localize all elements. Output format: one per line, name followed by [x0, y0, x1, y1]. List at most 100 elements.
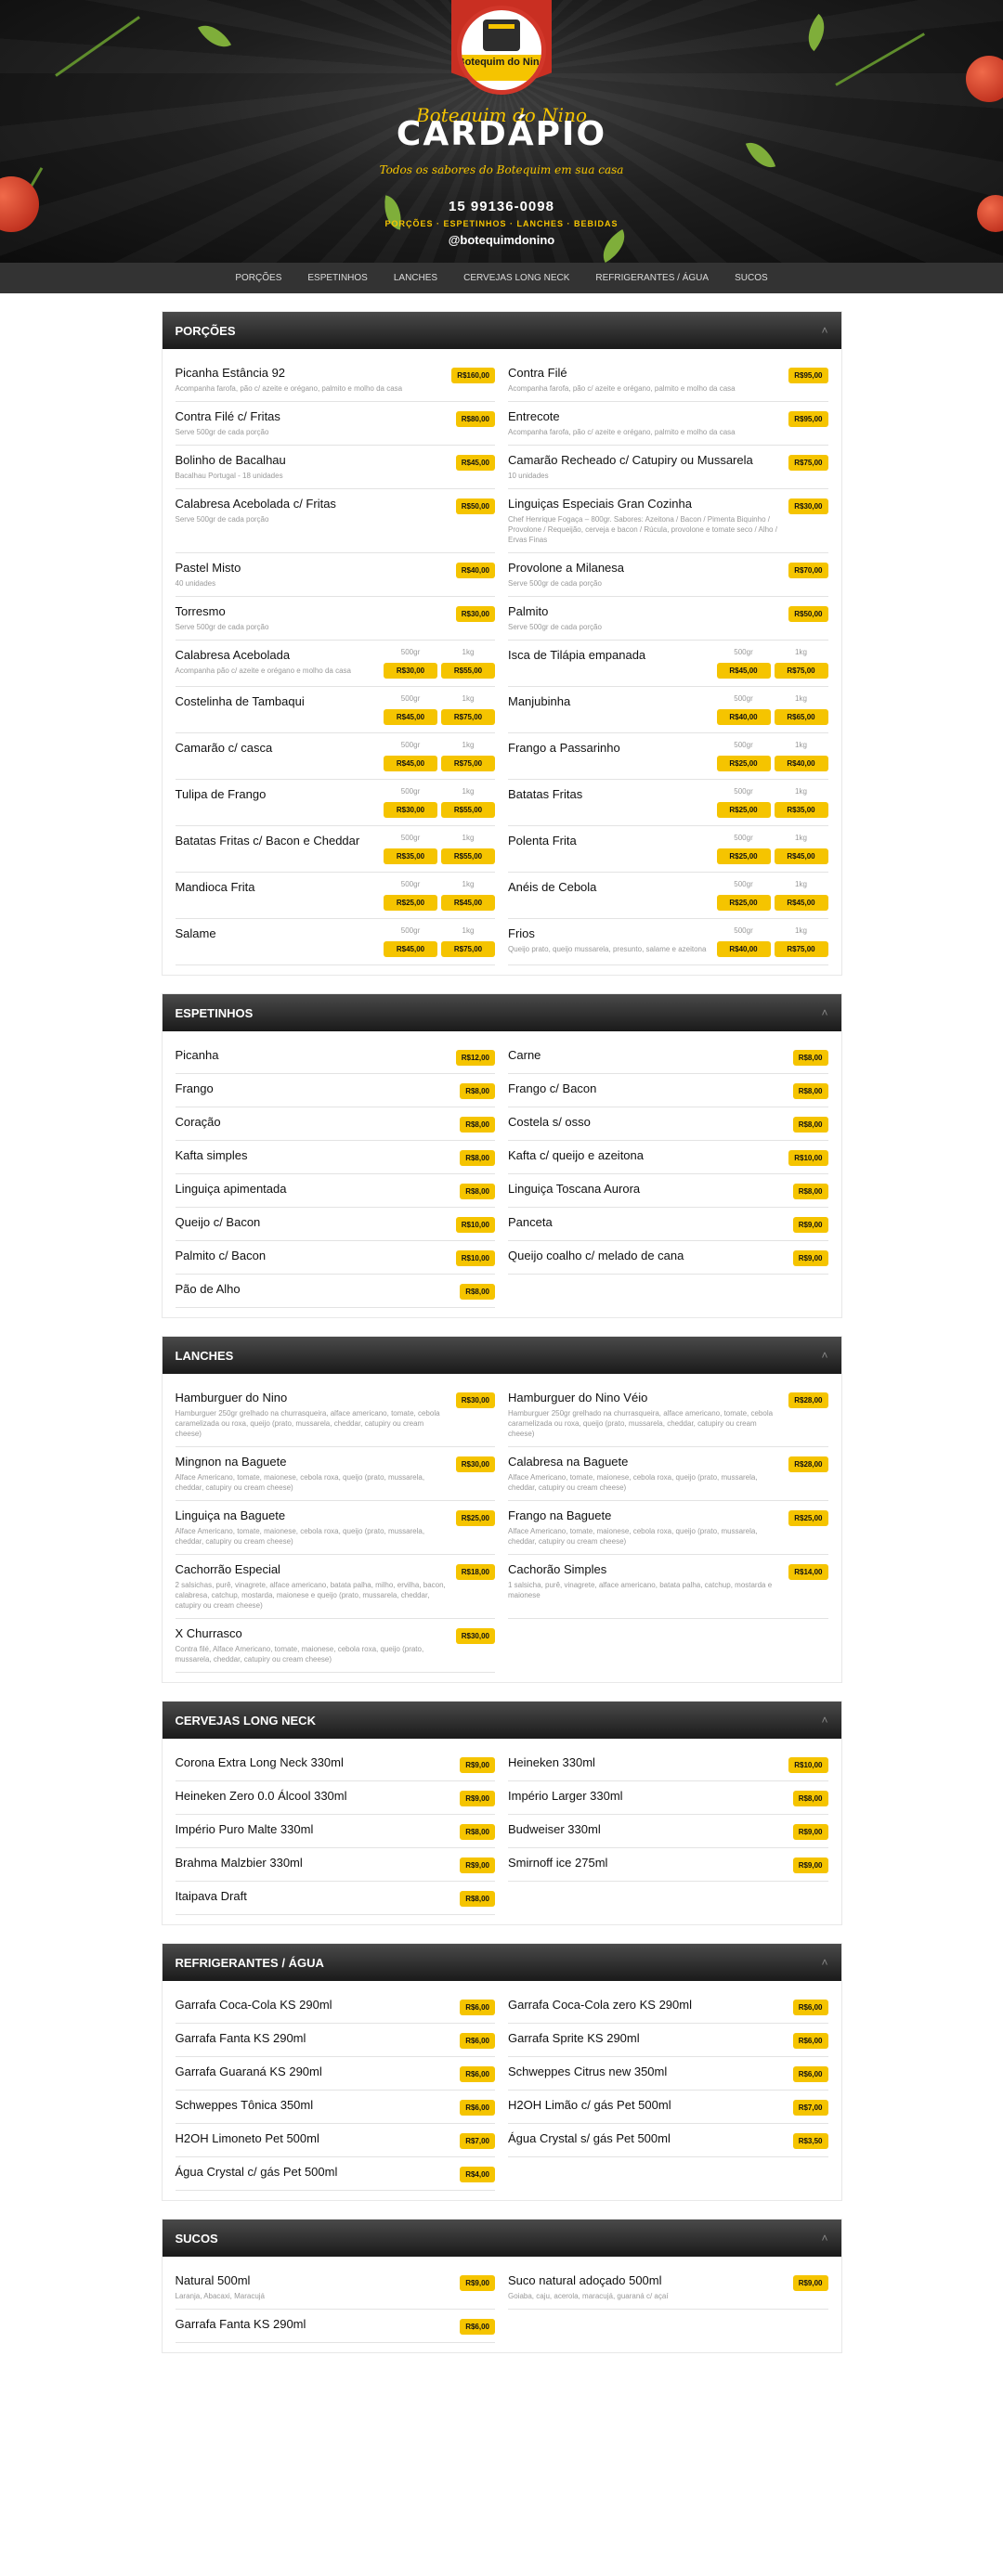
menu-item-text: Costelinha de Tambaqui	[176, 694, 384, 709]
menu-item-text: Provolone a Milanesa Serve 500gr de cada …	[508, 561, 788, 589]
menu-item-text: Pastel Misto 40 unidades	[176, 561, 456, 589]
menu-item-text: Queijo c/ Bacon	[176, 1215, 456, 1230]
menu-item-description: Serve 500gr de cada porção	[175, 428, 269, 436]
menu-item: Calabresa na Baguete Alface Americano, to…	[508, 1447, 828, 1501]
nav-link-espetinhos[interactable]: ESPETINHOS	[307, 273, 367, 283]
menu-item-text: Queijo coalho c/ melado de cana	[508, 1249, 793, 1263]
chevron-up-icon[interactable]: ˄	[821, 324, 827, 337]
menu-item-text: X Churrasco Contra filé, Alface Americano…	[176, 1626, 456, 1664]
menu-item-name: Garrafa Sprite KS 290ml	[508, 2031, 640, 2045]
categories-line: PORÇÕES · ESPETINHOS · LANCHES · BEBIDAS	[384, 219, 619, 228]
price-badge: R$45,00	[774, 895, 828, 911]
size-price-grid: 500gr 1kg R$45,00 R$75,00	[716, 648, 828, 679]
size-label: 1kg	[795, 787, 807, 796]
price-badge: R$9,00	[792, 2275, 828, 2291]
size-label: 1kg	[462, 926, 475, 935]
size-label: 500gr	[734, 648, 753, 656]
section-header[interactable]: SUCOS ˄	[162, 2220, 841, 2257]
nav-link-cervejas[interactable]: CERVEJAS LONG NECK	[463, 273, 569, 283]
menu-item: Provolone a Milanesa Serve 500gr de cada …	[508, 553, 828, 597]
section-header[interactable]: PORÇÕES ˄	[162, 312, 841, 349]
size-price-grid: 500gr 1kg R$45,00 R$75,00	[384, 694, 495, 725]
price-badge: R$95,00	[788, 368, 828, 383]
menu-item: Frios Queijo prato, queijo mussarela, pre…	[508, 919, 828, 965]
menu-item-name: X Churrasco	[175, 1626, 242, 1640]
nav-link-refrigerantes[interactable]: REFRIGERANTES / ÁGUA	[595, 273, 709, 283]
price-badge: R$6,00	[460, 2033, 495, 2049]
menu-item: Salame 500gr 1kg R$45,00 R$75,00	[175, 919, 495, 965]
menu-item: H2OH Limoneto Pet 500ml R$7,00	[175, 2124, 495, 2157]
menu-item-text: Garrafa Sprite KS 290ml	[508, 2031, 793, 2046]
menu-item: Natural 500ml Laranja, Abacaxi, Maracujá R…	[175, 2266, 495, 2310]
menu-item: Itaipava Draft R$8,00	[175, 1882, 495, 1915]
section-header[interactable]: LANCHES ˄	[162, 1337, 841, 1374]
menu-item-text: Cachorrão Especial 2 salsichas, purê, vin…	[176, 1562, 456, 1611]
hero-header: Botequim do Nino Botequim do Nino CARDÁP…	[0, 0, 1003, 263]
price-badge: R$8,00	[460, 1184, 495, 1199]
menu-item: Cachorrão Especial 2 salsichas, purê, vin…	[175, 1555, 495, 1619]
price-badge: R$30,00	[455, 606, 495, 622]
nav-link-lanches[interactable]: LANCHES	[394, 273, 437, 283]
price-badge: R$8,00	[460, 1284, 495, 1300]
menu-item-name: Hamburguer do Nino Véio	[508, 1391, 648, 1405]
size-price-grid: 500gr 1kg R$30,00 R$55,00	[384, 648, 495, 679]
menu-item: X Churrasco Contra filé, Alface Americano…	[175, 1619, 495, 1673]
price-badge: R$25,00	[716, 895, 771, 911]
menu-item-text: Corona Extra Long Neck 330ml	[176, 1755, 461, 1770]
size-price-grid: 500gr 1kg R$40,00 R$75,00	[716, 926, 828, 957]
chevron-up-icon[interactable]: ˄	[821, 1714, 827, 1727]
price-badge: R$10,00	[788, 1150, 828, 1166]
size-price-grid: 500gr 1kg R$25,00 R$40,00	[716, 741, 828, 771]
section-header[interactable]: REFRIGERANTES / ÁGUA ˄	[162, 1944, 841, 1981]
price-badge: R$25,00	[716, 756, 771, 771]
nav-link-porcoes[interactable]: PORÇÕES	[235, 273, 281, 283]
menu-item-name: Calabresa Acebolada	[175, 648, 291, 662]
price-badge: R$6,00	[792, 2000, 828, 2015]
section-title: PORÇÕES	[175, 323, 236, 338]
menu-item-text: Kafta simples	[176, 1148, 461, 1163]
menu-item-text: Schweppes Citrus new 350ml	[508, 2065, 793, 2079]
menu-item-name: Garrafa Coca-Cola KS 290ml	[175, 1998, 332, 2012]
menu-item-description: Hamburguer 250gr grelhado na churrasquei…	[175, 1409, 440, 1438]
price-badge: R$50,00	[455, 498, 495, 514]
menu-item: Isca de Tilápia empanada 500gr 1kg R$45,00 R…	[508, 641, 828, 687]
chevron-up-icon[interactable]: ˄	[821, 1956, 827, 1969]
menu-item-text: Manjubinha	[508, 694, 717, 709]
nav-link-sucos[interactable]: SUCOS	[735, 273, 768, 283]
section-items: Garrafa Coca-Cola KS 290ml R$6,00 Garrafa …	[163, 1981, 841, 2200]
menu-item-text: Heineken Zero 0.0 Álcool 330ml	[176, 1789, 461, 1804]
menu-item-name: Camarão Recheado c/ Catupiry ou Mussarel…	[508, 453, 753, 467]
chevron-up-icon[interactable]: ˄	[821, 1349, 827, 1362]
price-badge: R$30,00	[455, 1392, 495, 1408]
menu-item-name: Costelinha de Tambaqui	[175, 694, 305, 708]
menu-item: Palmito c/ Bacon R$10,00	[175, 1241, 495, 1275]
menu-item-name: Batatas Fritas c/ Bacon e Cheddar	[175, 834, 360, 848]
chevron-up-icon[interactable]: ˄	[821, 1006, 827, 1019]
menu-item-name: Água Crystal s/ gás Pet 500ml	[508, 2131, 671, 2145]
price-badge: R$14,00	[788, 1564, 828, 1580]
menu-item: Smirnoff ice 275ml R$9,00	[508, 1848, 828, 1882]
tagline: Todos os sabores do Botequim em sua casa	[379, 163, 624, 176]
menu-section: CERVEJAS LONG NECK ˄ Corona Extra Long Nec…	[161, 1701, 842, 1925]
menu-item-text: Garrafa Fanta KS 290ml	[176, 2031, 461, 2046]
menu-item: Polenta Frita 500gr 1kg R$25,00 R$45,00	[508, 826, 828, 873]
menu-item-name: Costela s/ osso	[508, 1115, 591, 1129]
size-label: 1kg	[462, 880, 475, 888]
menu-item-description: Goiaba, caju, acerola, maracujá, guaraná…	[508, 2292, 669, 2300]
menu-item-name: Frango a Passarinho	[508, 741, 620, 755]
menu-item-text: Linguiça na Baguete Alface Americano, tom…	[176, 1508, 456, 1547]
menu-item-name: Batatas Fritas	[508, 787, 583, 801]
menu-item: Schweppes Citrus new 350ml R$6,00	[508, 2057, 828, 2091]
menu-item-name: Schweppes Citrus new 350ml	[508, 2065, 668, 2078]
section-header[interactable]: ESPETINHOS ˄	[162, 994, 841, 1031]
price-badge: R$45,00	[441, 895, 495, 911]
price-badge: R$75,00	[441, 941, 495, 957]
section-header[interactable]: CERVEJAS LONG NECK ˄	[162, 1702, 841, 1739]
menu-item-name: Entrecote	[508, 409, 560, 423]
menu-item-text: Império Puro Malte 330ml	[176, 1822, 461, 1837]
menu-item: Torresmo Serve 500gr de cada porção R$30,0…	[175, 597, 495, 641]
menu-item: Água Crystal s/ gás Pet 500ml R$3,50	[508, 2124, 828, 2157]
menu-item: Batatas Fritas 500gr 1kg R$25,00 R$35,00	[508, 780, 828, 826]
price-badge: R$10,00	[455, 1217, 495, 1233]
chevron-up-icon[interactable]: ˄	[821, 2232, 827, 2245]
